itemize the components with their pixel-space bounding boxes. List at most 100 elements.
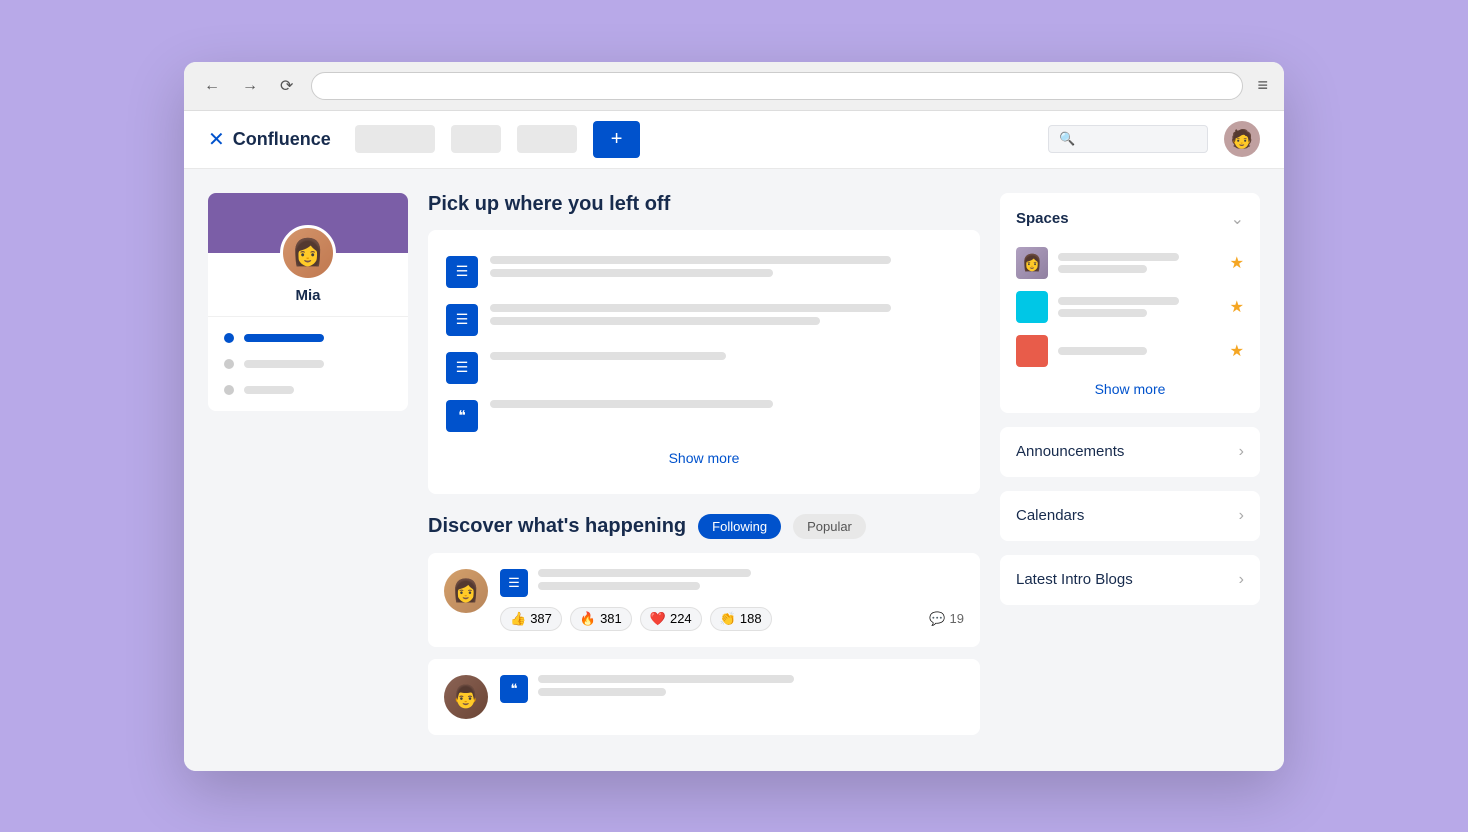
- avatar-face: 🧑: [1231, 129, 1253, 150]
- popular-tab[interactable]: Popular: [793, 514, 866, 539]
- activity-lines-2: [490, 304, 962, 325]
- calendars-widget[interactable]: Calendars ›: [1000, 491, 1260, 541]
- space-lines-2: [1058, 297, 1220, 317]
- browser-menu-icon: ≡: [1257, 75, 1268, 96]
- activity-line-2a: [490, 304, 891, 312]
- search-input[interactable]: [1081, 132, 1197, 147]
- profile-avatar-face: 👩: [292, 237, 324, 268]
- spaces-widget: Spaces ⌄ 👩 ★: [1000, 193, 1260, 413]
- profile-menu-item-1[interactable]: [208, 325, 408, 351]
- feed-avatar-face-2: 👨: [452, 684, 479, 710]
- activity-lines-4: [490, 400, 962, 408]
- profile-card: 👩 Mia: [208, 193, 408, 411]
- space-icon-face-1: 👩: [1016, 247, 1048, 279]
- space-lines-1: [1058, 253, 1220, 273]
- nav-item-1[interactable]: [355, 125, 435, 153]
- space-item-1[interactable]: 👩 ★: [1016, 241, 1244, 285]
- space-star-3[interactable]: ★: [1230, 341, 1244, 361]
- logo-text: Confluence: [233, 129, 331, 150]
- space-line-1b: [1058, 265, 1147, 273]
- calendars-title: Calendars: [1016, 507, 1084, 524]
- activity-line-1a: [490, 256, 891, 264]
- back-button[interactable]: ←: [200, 75, 224, 97]
- activity-item-4: ❝: [446, 392, 962, 440]
- left-sidebar: 👩 Mia: [208, 193, 408, 747]
- feed-avatar-1[interactable]: 👩: [444, 569, 488, 613]
- space-line-1a: [1058, 253, 1179, 261]
- profile-avatar[interactable]: 👩: [280, 225, 336, 281]
- space-lines-3: [1058, 347, 1220, 355]
- reaction-thumbsup[interactable]: 👍 387: [500, 607, 562, 631]
- fire-emoji: 🔥: [580, 611, 596, 627]
- profile-bar-2: [244, 360, 324, 368]
- feed-doc-icon-2: ❝: [500, 675, 528, 703]
- heart-count: 224: [670, 611, 692, 626]
- user-avatar[interactable]: 🧑: [1224, 121, 1260, 157]
- latest-intro-blogs-widget[interactable]: Latest Intro Blogs ›: [1000, 555, 1260, 605]
- feed-content-2: ❝: [500, 675, 964, 703]
- feed-icon-row-2: ❝: [500, 675, 964, 703]
- profile-menu-item-3[interactable]: [208, 377, 408, 403]
- feed-line-2a: [538, 675, 794, 683]
- space-icon-1: 👩: [1016, 247, 1048, 279]
- profile-menu: [208, 316, 408, 411]
- search-icon: 🔍: [1059, 131, 1075, 147]
- reactions-1: 👍 387 🔥 381 ❤️ 224: [500, 607, 964, 631]
- space-line-2b: [1058, 309, 1147, 317]
- activity-item-1: ☰: [446, 248, 962, 296]
- reload-button[interactable]: ⟳: [276, 74, 297, 98]
- feed-item-1: 👩 ☰ 👍 387: [444, 569, 964, 631]
- reaction-heart[interactable]: ❤️ 224: [640, 607, 702, 631]
- announcements-chevron-icon: ›: [1239, 443, 1244, 461]
- clap-emoji: 👏: [720, 611, 736, 627]
- space-star-2[interactable]: ★: [1230, 297, 1244, 317]
- feed-doc-icon-1: ☰: [500, 569, 528, 597]
- activity-icon-1: ☰: [446, 256, 478, 288]
- recent-section-title: Pick up where you left off: [428, 193, 980, 216]
- feed-content-1: ☰ 👍 387 🔥: [500, 569, 964, 631]
- activity-lines-1: [490, 256, 962, 277]
- announcements-widget[interactable]: Announcements ›: [1000, 427, 1260, 477]
- browser-bar: ← → ⟳ ≡: [184, 62, 1284, 111]
- feed-avatar-2[interactable]: 👨: [444, 675, 488, 719]
- nav-item-2[interactable]: [451, 125, 501, 153]
- feed-item-2: 👨 ❝: [444, 675, 964, 719]
- top-nav: ✕ Confluence + 🔍 🧑: [184, 111, 1284, 169]
- following-tab[interactable]: Following: [698, 514, 781, 539]
- nav-item-3[interactable]: [517, 125, 577, 153]
- comment-count-1[interactable]: 💬 19: [929, 611, 964, 627]
- space-star-1[interactable]: ★: [1230, 253, 1244, 273]
- feed-line-2b: [538, 688, 666, 696]
- activity-item-3: ☰: [446, 344, 962, 392]
- create-button[interactable]: +: [593, 121, 641, 158]
- feed-avatar-face-1: 👩: [452, 578, 479, 604]
- profile-menu-item-2[interactable]: [208, 351, 408, 377]
- space-icon-3: [1016, 335, 1048, 367]
- comment-icon: 💬: [929, 611, 945, 627]
- search-bar[interactable]: 🔍: [1048, 125, 1208, 153]
- reaction-fire[interactable]: 🔥 381: [570, 607, 632, 631]
- calendars-chevron-icon: ›: [1239, 507, 1244, 525]
- feed-line-1b: [538, 582, 700, 590]
- reaction-clap[interactable]: 👏 188: [710, 607, 772, 631]
- spaces-title: Spaces: [1016, 210, 1069, 227]
- space-item-3[interactable]: ★: [1016, 329, 1244, 373]
- comment-num: 19: [950, 611, 964, 626]
- profile-dot-1: [224, 333, 234, 343]
- announcements-title: Announcements: [1016, 443, 1124, 460]
- show-more-link[interactable]: Show more: [446, 440, 962, 476]
- profile-name: Mia: [208, 287, 408, 316]
- space-item-2[interactable]: ★: [1016, 285, 1244, 329]
- spaces-show-more[interactable]: Show more: [1016, 373, 1244, 397]
- space-line-2a: [1058, 297, 1179, 305]
- url-bar[interactable]: [311, 72, 1243, 100]
- activity-icon-2: ☰: [446, 304, 478, 336]
- spaces-chevron-icon[interactable]: ⌄: [1231, 209, 1244, 229]
- logo-area[interactable]: ✕ Confluence: [208, 127, 331, 152]
- feed-card-2: 👨 ❝: [428, 659, 980, 735]
- profile-bar-1: [244, 334, 324, 342]
- forward-button[interactable]: →: [238, 75, 262, 97]
- clap-count: 188: [740, 611, 762, 626]
- profile-dot-3: [224, 385, 234, 395]
- feed-lines-1: [538, 569, 964, 590]
